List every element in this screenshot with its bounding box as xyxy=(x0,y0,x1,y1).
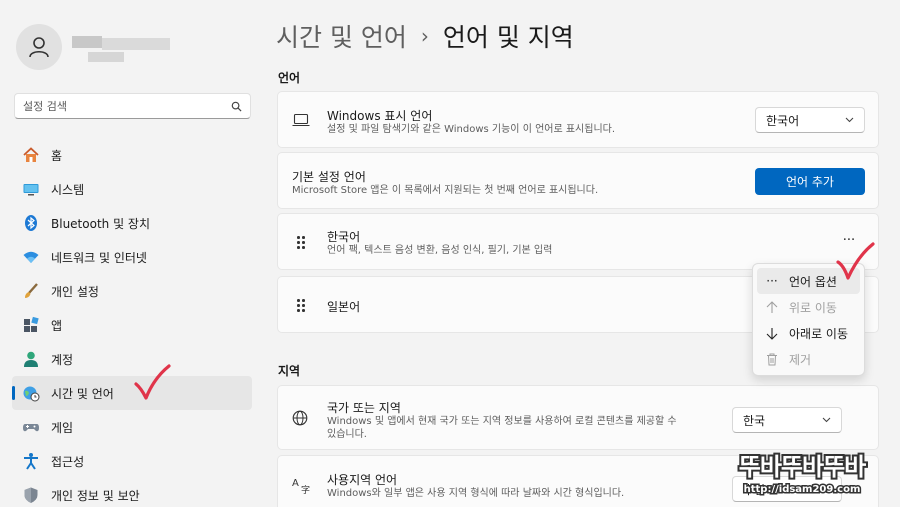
breadcrumb-separator: › xyxy=(420,24,429,48)
more-icon: ··· xyxy=(766,274,778,288)
arrow-up-icon xyxy=(765,300,779,314)
user-avatar[interactable] xyxy=(16,24,62,70)
language-format-icon: A 字 xyxy=(292,478,310,494)
country-dropdown[interactable]: 한국 xyxy=(732,407,842,433)
language-features: 언어 팩, 텍스트 음성 변환, 음성 인식, 필기, 기본 입력 xyxy=(327,245,553,256)
menu-item-label: 제거 xyxy=(789,352,812,367)
card-description-line1: Windows 및 앱에서 현재 국가 또는 지역 정보를 사용하여 로컬 콘텐… xyxy=(327,416,677,427)
language-name: 일본어 xyxy=(327,300,361,314)
network-icon xyxy=(22,248,40,266)
section-heading-region: 지역 xyxy=(278,364,301,378)
menu-item-label: 언어 옵션 xyxy=(789,274,837,289)
sidebar-item-label: 네트워크 및 인터넷 xyxy=(51,250,147,265)
card-title: Windows 표시 언어 xyxy=(327,109,433,123)
system-icon xyxy=(22,180,40,198)
sidebar-item-personalization[interactable]: 개인 설정 xyxy=(12,274,252,308)
sidebar-item-bluetooth[interactable]: Bluetooth 및 장치 xyxy=(12,206,252,240)
trash-icon xyxy=(765,353,779,366)
dropdown-value: 한국 xyxy=(743,413,766,428)
menu-item-move-up[interactable]: 위로 이동 xyxy=(757,294,860,320)
card-title: 기본 설정 언어 xyxy=(292,170,366,184)
card-title: 사용지역 언어 xyxy=(327,473,398,487)
arrow-down-icon xyxy=(765,327,779,340)
sidebar-item-label: 시스템 xyxy=(51,182,85,197)
sidebar-item-privacy[interactable]: 개인 정보 및 보안 xyxy=(12,478,252,507)
dropdown-value: 한국어 xyxy=(766,113,800,128)
settings-search-input[interactable]: 설정 검색 xyxy=(14,93,251,119)
sidebar-nav: 홈 시스템 Bluetooth 및 장치 네트워크 및 인터넷 개인 설정 앱 … xyxy=(12,138,252,507)
sidebar-item-accessibility[interactable]: 접근성 xyxy=(12,444,252,478)
gamepad-icon xyxy=(22,418,40,436)
sidebar-item-label: 개인 설정 xyxy=(51,284,99,299)
account-icon xyxy=(22,350,40,368)
sidebar-item-label: 시간 및 언어 xyxy=(51,386,114,401)
page-title: 언어 및 지역 xyxy=(442,23,574,52)
blurred-user-name-2 xyxy=(102,38,170,50)
sidebar-item-network[interactable]: 네트워크 및 인터넷 xyxy=(12,240,252,274)
card-preferred-languages: 기본 설정 언어 Microsoft Store 앱은 이 목록에서 지원되는 … xyxy=(277,152,879,209)
drag-handle-icon[interactable] xyxy=(297,236,307,250)
svg-text:뚜바뚜바뚜바: 뚜바뚜바뚜바 xyxy=(739,453,866,481)
apps-icon xyxy=(22,316,40,334)
card-description: Microsoft Store 앱은 이 목록에서 지원되는 첫 번째 언어로 … xyxy=(292,185,599,196)
sidebar: 설정 검색 홈 시스템 Bluetooth 및 장치 네트워크 및 인터넷 개인… xyxy=(0,0,262,507)
globe-clock-icon xyxy=(22,384,40,402)
sidebar-item-label: 계정 xyxy=(51,352,74,367)
sidebar-item-apps[interactable]: 앱 xyxy=(12,308,252,342)
section-heading-language: 언어 xyxy=(278,71,301,85)
breadcrumb: 시간 및 언어 › 언어 및 지역 xyxy=(276,18,574,54)
card-country-region: 국가 또는 지역 Windows 및 앱에서 현재 국가 또는 지역 정보를 사… xyxy=(277,385,879,450)
accessibility-icon xyxy=(22,452,40,470)
chevron-down-icon xyxy=(845,117,854,123)
red-checkmark-annotation xyxy=(836,242,875,280)
svg-text:A: A xyxy=(292,478,299,489)
menu-item-move-down[interactable]: 아래로 이동 xyxy=(757,320,860,346)
sidebar-item-system[interactable]: 시스템 xyxy=(12,172,252,206)
card-title: 국가 또는 지역 xyxy=(327,401,401,415)
search-icon xyxy=(231,101,242,112)
sidebar-item-label: 홈 xyxy=(51,148,63,163)
home-icon xyxy=(22,146,40,164)
card-description: 설정 및 파일 탐색기와 같은 Windows 기능이 이 언어로 표시됩니다. xyxy=(327,124,616,135)
svg-text:字: 字 xyxy=(301,484,310,494)
language-item-korean: 한국어 언어 팩, 텍스트 음성 변환, 음성 인식, 필기, 기본 입력 ··… xyxy=(277,213,879,270)
menu-item-remove[interactable]: 제거 xyxy=(757,346,860,372)
sidebar-item-label: 개인 정보 및 보안 xyxy=(51,488,140,503)
drag-handle-icon[interactable] xyxy=(297,299,307,313)
card-windows-display-language: Windows 표시 언어 설정 및 파일 탐색기와 같은 Windows 기능… xyxy=(277,91,879,148)
language-name: 한국어 xyxy=(327,230,361,244)
watermark-logo: 뚜바뚜바뚜바 http://idsam209.com xyxy=(737,451,869,497)
menu-item-label: 위로 이동 xyxy=(789,300,837,315)
search-placeholder: 설정 검색 xyxy=(23,100,67,113)
chevron-down-icon xyxy=(822,417,831,423)
blurred-user-email xyxy=(88,52,124,62)
bluetooth-icon xyxy=(22,214,40,232)
menu-item-label: 아래로 이동 xyxy=(789,326,849,341)
card-description: Windows와 일부 앱은 사용 지역 형식에 따라 날짜와 시간 형식입니다… xyxy=(327,488,625,499)
svg-text:http://idsam209.com: http://idsam209.com xyxy=(744,484,861,495)
red-checkmark-annotation xyxy=(134,364,171,400)
sidebar-item-home[interactable]: 홈 xyxy=(12,138,252,172)
globe-icon xyxy=(292,410,308,426)
display-language-dropdown[interactable]: 한국어 xyxy=(755,107,865,133)
sidebar-item-gaming[interactable]: 게임 xyxy=(12,410,252,444)
sidebar-item-label: 앱 xyxy=(51,318,63,333)
breadcrumb-parent[interactable]: 시간 및 언어 xyxy=(276,18,407,54)
brush-icon xyxy=(22,282,40,300)
sidebar-item-label: 게임 xyxy=(51,420,74,435)
sidebar-item-label: Bluetooth 및 장치 xyxy=(51,216,151,231)
add-language-button[interactable]: 언어 추가 xyxy=(755,168,865,195)
shield-icon xyxy=(22,486,40,504)
laptop-icon xyxy=(292,113,310,127)
person-icon xyxy=(29,37,49,58)
sidebar-item-label: 접근성 xyxy=(51,454,85,469)
card-description-line2: 있습니다. xyxy=(327,429,367,440)
blurred-user-name xyxy=(72,36,102,48)
